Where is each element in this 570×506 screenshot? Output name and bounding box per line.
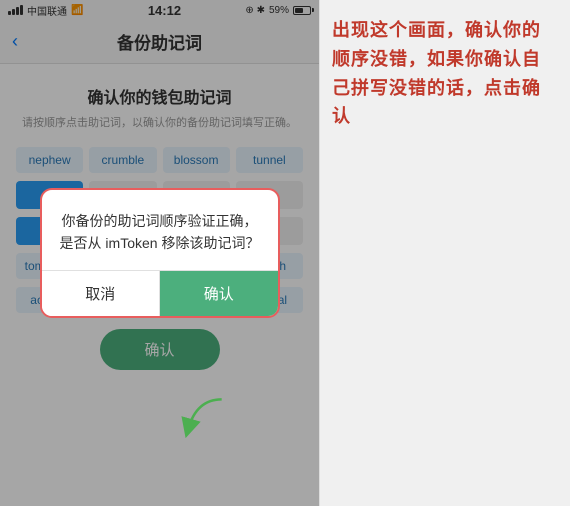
- dialog-message: 你备份的助记词顺序验证正确，是否从 imToken 移除该助记词？: [58, 210, 262, 255]
- dialog-body: 你备份的助记词顺序验证正确，是否从 imToken 移除该助记词？: [42, 190, 278, 271]
- dialog-ok-button[interactable]: 确认: [160, 271, 278, 316]
- right-annotation-panel: 出现这个画面，确认你的顺序没错，如果你确认自己拼写没错的话，点击确认: [320, 0, 570, 506]
- dialog-overlay: 你备份的助记词顺序验证正确，是否从 imToken 移除该助记词？ 取消 确认: [0, 0, 319, 506]
- arrow-annotation: [180, 391, 230, 446]
- arrow-icon: [180, 391, 230, 441]
- phone-frame: 中国联通 📶 14:12 ⊕ ✱ 59% ‹ 备份助记词 确认你的钱包助记词 请…: [0, 0, 320, 506]
- annotation-text: 出现这个画面，确认你的顺序没错，如果你确认自己拼写没错的话，点击确认: [332, 16, 558, 131]
- dialog-cancel-button[interactable]: 取消: [42, 271, 161, 316]
- confirmation-dialog: 你备份的助记词顺序验证正确，是否从 imToken 移除该助记词？ 取消 确认: [40, 188, 280, 319]
- dialog-buttons: 取消 确认: [42, 270, 278, 316]
